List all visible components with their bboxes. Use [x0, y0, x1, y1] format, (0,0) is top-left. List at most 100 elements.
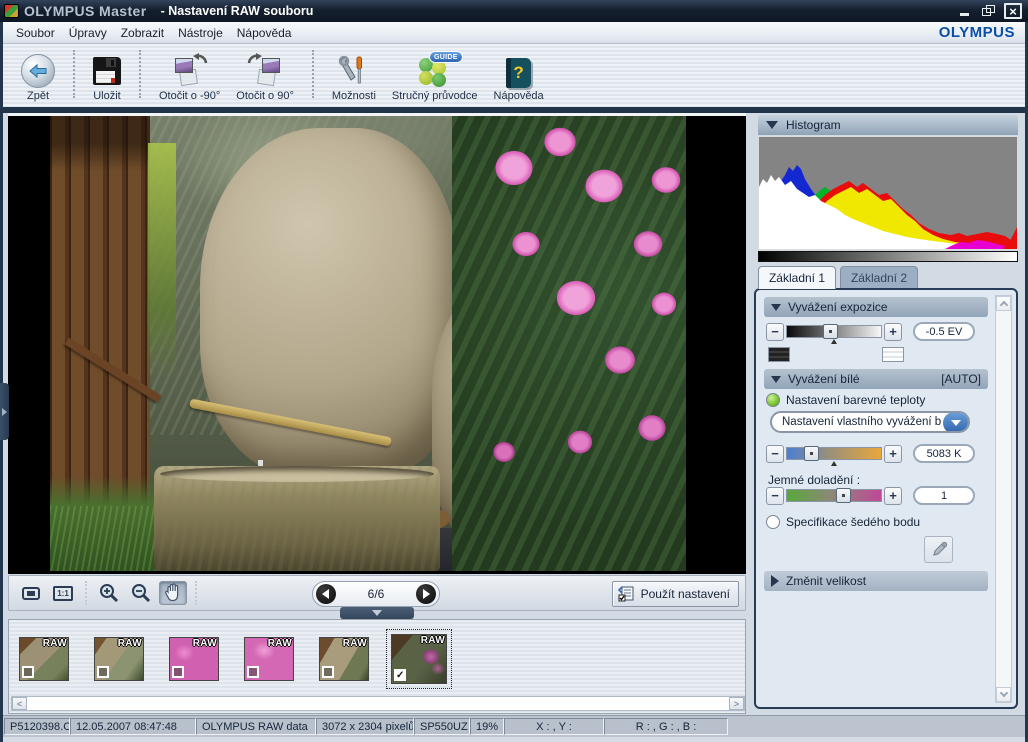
rotate-ccw-button[interactable]: Otočit o -90°	[151, 48, 228, 102]
tab-zakladni-2[interactable]: Základní 2	[840, 266, 918, 289]
temperature-slider-handle[interactable]	[804, 446, 819, 461]
fit-to-window-button[interactable]	[17, 581, 45, 605]
thumbnail-5-checkbox[interactable]	[322, 666, 334, 678]
thumbnail-5[interactable]: RAW	[319, 637, 369, 681]
temperature-plus-button[interactable]: +	[884, 445, 902, 463]
help-book-icon: ?	[506, 58, 531, 88]
temperature-value: 5083 K	[913, 444, 975, 463]
scroll-left-button[interactable]: <	[12, 697, 27, 710]
chevron-down-icon	[1000, 689, 1008, 697]
thumbnail-1-checkbox[interactable]	[22, 666, 34, 678]
thumbnail-scrollbar[interactable]: < >	[11, 696, 745, 711]
title-bar: OLYMPUS Master - Nastavení RAW souboru ×	[0, 0, 1028, 22]
raw-badge: RAW	[421, 635, 445, 646]
quick-guide-button[interactable]: GUIDE Stručný průvodce	[384, 48, 486, 102]
minimize-button[interactable]	[956, 4, 973, 18]
fine-tune-slider-track[interactable]	[786, 489, 882, 502]
close-button[interactable]: ×	[1004, 3, 1022, 19]
exposure-slider-handle[interactable]	[823, 324, 838, 339]
clover-guide-icon: GUIDE	[415, 55, 455, 88]
chevron-down-icon[interactable]	[943, 412, 969, 433]
exposure-plus-button[interactable]: +	[884, 323, 902, 341]
temperature-slider-track[interactable]	[786, 447, 882, 460]
fine-tune-minus-button[interactable]: −	[766, 487, 784, 505]
fine-tune-slider-row: − + 1	[766, 486, 975, 505]
menu-soubor[interactable]: Soubor	[9, 24, 62, 42]
scroll-down-button[interactable]	[996, 687, 1011, 702]
chevron-up-icon	[1000, 301, 1008, 309]
raw-badge: RAW	[268, 638, 292, 649]
save-button[interactable]: Uložit	[85, 48, 129, 102]
white-balance-preset-dropdown[interactable]: Nastavení vlastního vyvážení b	[770, 411, 970, 433]
floppy-disk-icon	[93, 57, 121, 85]
pan-hand-button[interactable]	[159, 581, 187, 605]
collapse-triangle-icon	[771, 376, 781, 383]
raw-photo-preview	[50, 116, 686, 571]
thumbnail-6-checkbox[interactable]: ✓	[394, 669, 406, 681]
fine-tune-slider-handle[interactable]	[836, 488, 851, 503]
exposure-section-header[interactable]: Vyvážení expozice	[764, 297, 988, 317]
olympus-logo: OLYMPUS	[939, 24, 1019, 41]
options-button[interactable]: Možnosti	[324, 48, 384, 102]
menu-nastroje[interactable]: Nástroje	[171, 24, 230, 42]
thumbnail-6-selected[interactable]: RAW ✓	[391, 634, 447, 684]
dark-preview-button[interactable]	[768, 347, 790, 362]
exposure-minus-button[interactable]: −	[766, 323, 784, 341]
thumbnail-1[interactable]: RAW	[19, 637, 69, 681]
thumbnail-4[interactable]: RAW	[244, 637, 294, 681]
expand-right-icon	[2, 408, 7, 416]
scroll-right-button[interactable]: >	[729, 697, 744, 710]
menu-zobrazit[interactable]: Zobrazit	[114, 24, 171, 42]
thumbnail-panel-splitter[interactable]	[340, 607, 414, 619]
status-rgb-values: R : , G : , B :	[604, 718, 728, 735]
white-balance-section-header[interactable]: Vyvážení bílé [AUTO]	[764, 369, 988, 389]
zoom-in-button[interactable]	[95, 581, 123, 605]
fine-tune-label: Jemné doladění :	[768, 473, 860, 487]
menu-napoveda[interactable]: Nápověda	[230, 24, 299, 42]
restore-button[interactable]	[980, 4, 997, 18]
eyedropper-button[interactable]	[924, 536, 953, 563]
thumbnail-3[interactable]: RAW	[169, 637, 219, 681]
previous-image-button[interactable]	[316, 584, 336, 604]
center-tick-icon	[831, 461, 837, 466]
exposure-preview-buttons	[768, 347, 904, 362]
zoom-out-button[interactable]	[127, 581, 155, 605]
raw-badge: RAW	[118, 638, 142, 649]
fine-tune-plus-button[interactable]: +	[884, 487, 902, 505]
expand-triangle-icon	[771, 575, 779, 587]
tab-zakladni-1[interactable]: Základní 1	[758, 266, 836, 289]
apply-settings-button[interactable]: Použít nastavení	[612, 581, 739, 607]
histogram-header[interactable]: Histogram	[758, 115, 1018, 135]
radio-selected-icon[interactable]	[766, 393, 780, 407]
resize-section-header[interactable]: Změnit velikost	[764, 571, 988, 591]
left-panel-toggle[interactable]	[0, 383, 9, 440]
gray-point-radio-row[interactable]: Specifikace šedého bodu	[766, 515, 920, 529]
rotate-cw-button[interactable]: Otočit o 90°	[228, 48, 302, 102]
panel-scrollbar[interactable]	[995, 295, 1012, 703]
scroll-up-button[interactable]	[996, 296, 1011, 311]
temperature-minus-button[interactable]: −	[766, 445, 784, 463]
radio-unselected-icon[interactable]	[766, 515, 780, 529]
main-toolbar: Zpět Uložit Otočit o -90° Otočit o 90°	[3, 44, 1025, 107]
exposure-slider-track[interactable]	[786, 325, 882, 338]
back-button[interactable]: Zpět	[13, 48, 63, 102]
actual-size-button[interactable]: 1:1	[49, 581, 77, 605]
light-preview-button[interactable]	[882, 347, 904, 362]
next-image-button[interactable]	[416, 584, 436, 604]
help-button[interactable]: ? Nápověda	[486, 48, 552, 102]
status-bar: P5120398.ORF 12.05.2007 08:47:48 OLYMPUS…	[3, 715, 1025, 742]
menu-bar: Soubor Úpravy Zobrazit Nástroje Nápověda…	[3, 22, 1025, 44]
zoom-out-icon	[130, 582, 152, 604]
color-temperature-radio-row[interactable]: Nastavení barevné teploty	[766, 393, 925, 407]
menu-upravy[interactable]: Úpravy	[62, 24, 114, 42]
thumbnail-2-checkbox[interactable]	[97, 666, 109, 678]
status-format: OLYMPUS RAW data	[196, 718, 316, 735]
thumbnail-4-checkbox[interactable]	[247, 666, 259, 678]
thumbnail-2[interactable]: RAW	[94, 637, 144, 681]
collapse-triangle-icon	[766, 121, 778, 129]
toolbar-separator	[139, 50, 141, 98]
tab-content: Vyvážení expozice − + -0.5 EV	[754, 288, 1018, 709]
image-navigator: 6/6	[312, 581, 440, 607]
left-triangle-icon	[322, 589, 329, 599]
thumbnail-3-checkbox[interactable]	[172, 666, 184, 678]
